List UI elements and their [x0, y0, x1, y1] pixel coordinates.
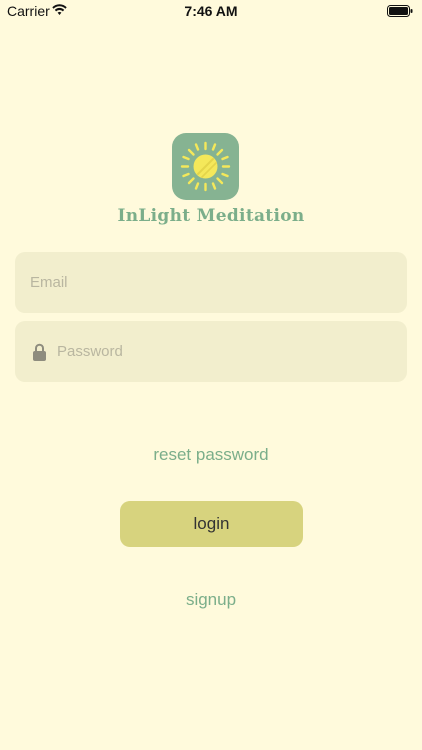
email-input[interactable] [30, 252, 390, 313]
battery-icon [387, 4, 413, 20]
sun-icon [180, 141, 231, 192]
app-logo [172, 133, 239, 200]
status-bar: Carrier 7:46 AM [0, 0, 422, 22]
lock-icon [33, 343, 46, 366]
clock: 7:46 AM [184, 3, 238, 19]
password-field[interactable] [15, 321, 407, 382]
login-button[interactable]: login [120, 501, 303, 547]
email-field[interactable] [15, 252, 407, 313]
signup-link[interactable]: signup [0, 590, 422, 610]
app-name: InLight Meditation [117, 206, 305, 226]
reset-password-link[interactable]: reset password [0, 445, 422, 465]
password-input[interactable] [57, 321, 397, 382]
